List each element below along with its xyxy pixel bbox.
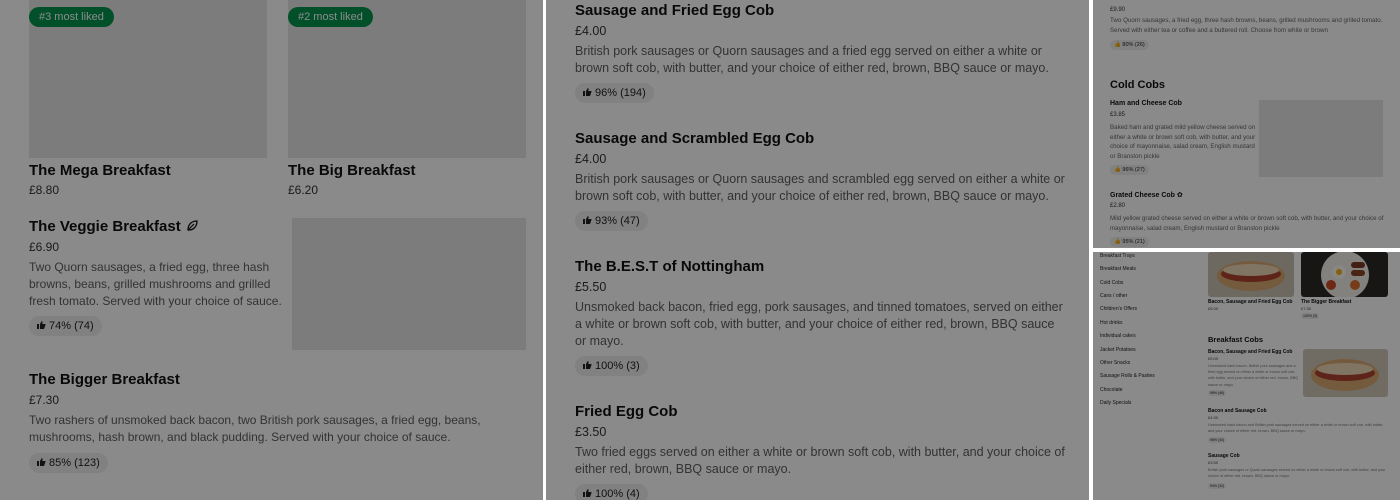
category-nav-item[interactable]: Hot drinks: [1100, 320, 1123, 326]
item-image-bigger-breakfast[interactable]: [1301, 252, 1388, 297]
item-price: £3.85: [1110, 112, 1126, 118]
rating-pill: 85% (123): [29, 453, 108, 473]
item-description: Unsmoked back bacon, British pork sausag…: [1208, 364, 1299, 387]
vegetarian-leaf-icon: ✿: [1176, 192, 1183, 199]
item-price: £4.00: [575, 24, 607, 38]
category-nav-item[interactable]: Children's Offers: [1100, 306, 1137, 312]
item-description: Two Quorn sausages, a fried egg, three h…: [29, 260, 282, 308]
most-liked-badge: #2 most liked: [288, 7, 373, 27]
item-price: £5.00: [1208, 356, 1219, 361]
item-description: Two fried eggs served on either a white …: [575, 445, 1065, 476]
item-title[interactable]: The Veggie Breakfast: [29, 218, 198, 235]
thumbs-up-icon: [583, 489, 592, 497]
rating-pill: 94% (32): [1208, 483, 1227, 489]
item-price: £6.90: [29, 240, 60, 254]
thumbs-up-icon: [583, 216, 592, 224]
rating-pill: 100% (3): [575, 356, 648, 376]
item-price: £7.30: [1301, 306, 1312, 311]
item-price: £4.90: [1208, 415, 1219, 420]
item-title[interactable]: The Mega Breakfast: [29, 162, 171, 179]
item-title[interactable]: Fried Egg Cob: [575, 403, 678, 420]
category-nav-item[interactable]: Chocolate: [1100, 387, 1123, 393]
item-price: £7.30: [29, 393, 60, 407]
rating-pill: 👍 95% (21): [1110, 237, 1149, 247]
item-title[interactable]: The Bigger Breakfast: [1301, 299, 1351, 305]
category-nav-item[interactable]: Breakfast Meals: [1100, 266, 1136, 272]
food-photo-icon: [1208, 252, 1294, 297]
menu-panel-cold-cobs: £9.90 Two Quorn sausages, a fried egg, t…: [1093, 0, 1400, 248]
category-nav-item[interactable]: Individual cakes: [1100, 333, 1136, 339]
menu-panel-breakfast-cobs: Sausage and Fried Egg Cob £4.00 British …: [546, 0, 1089, 500]
menu-panel-breakfasts: #3 most liked The Mega Breakfast £8.80 #…: [0, 0, 543, 500]
item-price: £5.50: [575, 280, 607, 294]
item-description: Mild yellow grated cheese served on eith…: [1110, 215, 1384, 232]
category-nav-item[interactable]: Cold Cobs: [1100, 280, 1123, 286]
section-heading: Cold Cobs: [1110, 79, 1165, 91]
category-nav-item[interactable]: Daily Specials: [1100, 400, 1131, 406]
rating-pill: 👍 96% (27): [1110, 165, 1149, 175]
thumbs-up-icon: [37, 321, 46, 329]
rating-pill: 93% (47): [575, 211, 648, 231]
item-description: Unsmoked back bacon, fried egg, pork sau…: [575, 300, 1063, 348]
item-image-veggie-breakfast[interactable]: [292, 218, 526, 350]
thumbs-up-icon: [37, 458, 46, 466]
item-price: £9.90: [1110, 7, 1126, 13]
item-description: Two rashers of unsmoked back bacon, two …: [29, 413, 481, 444]
category-nav-item[interactable]: Breakfast Trays: [1100, 253, 1135, 259]
item-title[interactable]: Bacon, Sausage and Fried Egg Cob: [1208, 299, 1292, 305]
item-image-bacon-sausage-egg-cob[interactable]: [1208, 252, 1294, 297]
item-description: British pork sausages or Quorn sausages …: [575, 172, 1065, 203]
item-price: £2.80: [1110, 203, 1126, 209]
rating-pill: 74% (74): [29, 316, 102, 336]
category-nav-item[interactable]: Cans / other: [1100, 293, 1127, 299]
item-title[interactable]: Sausage and Fried Egg Cob: [575, 2, 774, 19]
item-price: £6.20: [288, 183, 319, 197]
item-title[interactable]: Bacon, Sausage and Fried Egg Cob: [1208, 349, 1292, 355]
thumbs-up-icon: [583, 361, 592, 369]
item-price: £4.00: [575, 152, 607, 166]
food-photo-icon: [1303, 349, 1388, 397]
rating-pill: 96% (194): [575, 83, 654, 103]
item-price: £5.00: [1208, 306, 1219, 311]
item-description: Two Quorn sausages, a fried egg, three h…: [1110, 17, 1383, 34]
item-title[interactable]: Sausage and Scrambled Egg Cob: [575, 130, 814, 147]
rating-pill: 98% (46): [1208, 390, 1227, 396]
rating-pill: 100% (4): [575, 484, 648, 500]
item-image-bacon-sausage-egg-cob[interactable]: [1303, 349, 1388, 397]
item-description: British pork sausages or Quorn sausages …: [575, 44, 1049, 75]
food-photo-icon: [1301, 252, 1388, 297]
item-description: Baked ham and grated mild yellow cheese …: [1110, 124, 1256, 160]
item-title[interactable]: Ham and Cheese Cob: [1110, 100, 1182, 107]
category-nav-item[interactable]: Other Snacks: [1100, 360, 1130, 366]
menu-panel-overview: Breakfast Trays Breakfast Meals Cold Cob…: [1093, 252, 1400, 500]
thumbs-up-icon: [583, 88, 592, 96]
item-title[interactable]: Bacon and Sausage Cob: [1208, 408, 1267, 414]
item-description: Unsmoked back bacon and British pork sau…: [1208, 423, 1384, 434]
item-price: £3.50: [575, 425, 607, 439]
item-price: £3.50: [1208, 460, 1219, 465]
item-image-ham-cheese-cob[interactable]: [1259, 100, 1383, 177]
rating-pill: 👍 80% (26): [1110, 40, 1149, 50]
rating-pill: 100% (3): [1301, 313, 1320, 319]
item-title[interactable]: The B.E.S.T of Nottingham: [575, 258, 764, 275]
item-title[interactable]: Grated Cheese Cob ✿: [1110, 191, 1183, 199]
most-liked-badge: #3 most liked: [29, 7, 114, 27]
item-price: £8.80: [29, 183, 60, 197]
category-nav-item[interactable]: Sausage Rolls & Pasties: [1100, 373, 1155, 379]
category-nav-item[interactable]: Jacket Potatoes: [1100, 347, 1136, 353]
section-heading: Breakfast Cobs: [1208, 335, 1264, 344]
item-title[interactable]: The Bigger Breakfast: [29, 371, 180, 388]
vegetarian-leaf-icon: [187, 220, 198, 231]
item-title[interactable]: The Big Breakfast: [288, 162, 416, 179]
item-description: British pork sausages or Quorn sausages …: [1208, 468, 1386, 479]
item-title[interactable]: Sausage Cob: [1208, 453, 1240, 459]
rating-pill: 96% (40): [1208, 437, 1227, 443]
